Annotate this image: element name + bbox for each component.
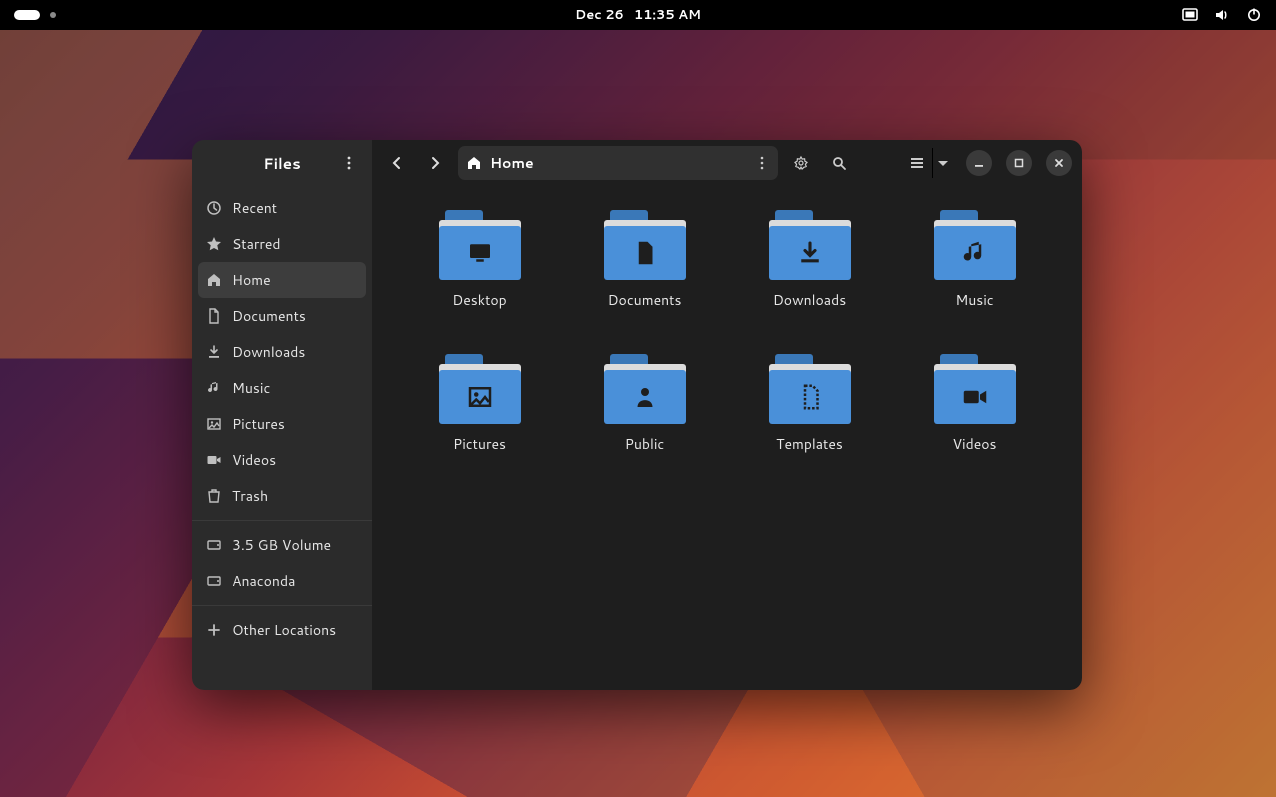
sidebar-item-label: Music: [232, 378, 270, 398]
plus-icon: [206, 622, 222, 638]
path-menu-icon[interactable]: [754, 155, 770, 171]
folder-downloads[interactable]: Downloads: [732, 204, 887, 344]
sidebar-menu-button[interactable]: [336, 150, 362, 176]
trash-icon: [206, 488, 222, 504]
drive-icon: [206, 537, 222, 553]
sidebar-item-other-locations[interactable]: Other Locations: [192, 612, 372, 648]
picture-icon: [206, 416, 222, 432]
sidebar-item-label: Trash: [232, 486, 268, 506]
sidebar-item-anaconda[interactable]: Anaconda: [192, 563, 372, 599]
folder-icon: [439, 354, 521, 424]
sidebar-item-music[interactable]: Music: [192, 370, 372, 406]
clock-icon: [206, 200, 222, 216]
back-button[interactable]: [382, 148, 412, 178]
folder-pictures[interactable]: Pictures: [402, 348, 557, 488]
content-area: Home: [372, 140, 1082, 690]
folder-icon: [604, 210, 686, 280]
panel-date: Dec 26: [575, 6, 624, 24]
folder-icon: [934, 210, 1016, 280]
folder-icon: [604, 354, 686, 424]
folder-label: Videos: [952, 434, 996, 454]
drive-icon: [206, 573, 222, 589]
folder-templates[interactable]: Templates: [732, 348, 887, 488]
folder-public[interactable]: Public: [567, 348, 722, 488]
video-icon: [206, 452, 222, 468]
sidebar-item-label: Home: [232, 270, 271, 290]
maximize-button[interactable]: [1006, 150, 1032, 176]
sidebar-item-videos[interactable]: Videos: [192, 442, 372, 478]
sidebar-item-label: Recent: [232, 198, 277, 218]
sidebar-item-home[interactable]: Home: [198, 262, 366, 298]
music-icon: [206, 380, 222, 396]
sidebar-item-trash[interactable]: Trash: [192, 478, 372, 514]
folder-videos[interactable]: Videos: [897, 348, 1052, 488]
search-button[interactable]: [824, 148, 854, 178]
home-icon: [466, 155, 482, 171]
sidebar: Files Recent Starred Home Documents: [192, 140, 372, 690]
sidebar-item-label: 3.5 GB Volume: [232, 535, 331, 555]
download-icon: [206, 344, 222, 360]
sidebar-item-label: Other Locations: [232, 620, 336, 640]
sidebar-separator: [192, 605, 372, 606]
folder-icon: [934, 354, 1016, 424]
folder-label: Downloads: [773, 290, 846, 310]
location-settings-button[interactable]: [786, 148, 816, 178]
sidebar-item-label: Videos: [232, 450, 276, 470]
sidebar-separator: [192, 520, 372, 521]
sidebar-item-recent[interactable]: Recent: [192, 190, 372, 226]
top-panel: Dec 26 11:35 AM: [0, 0, 1276, 30]
view-options-button[interactable]: [932, 148, 952, 178]
folder-grid: Desktop Documents Downloads: [372, 186, 1082, 690]
sidebar-item-label: Documents: [232, 306, 306, 326]
panel-time: 11:35 AM: [634, 6, 701, 24]
sidebar-item-label: Pictures: [232, 414, 285, 434]
sidebar-item-downloads[interactable]: Downloads: [192, 334, 372, 370]
clock-button[interactable]: Dec 26 11:35 AM: [575, 6, 701, 24]
folder-label: Desktop: [452, 290, 506, 310]
folder-label: Documents: [608, 290, 682, 310]
folder-desktop[interactable]: Desktop: [402, 204, 557, 344]
volume-icon[interactable]: [1214, 7, 1230, 23]
folder-icon: [439, 210, 521, 280]
sidebar-item-documents[interactable]: Documents: [192, 298, 372, 334]
folder-icon: [769, 210, 851, 280]
folder-documents[interactable]: Documents: [567, 204, 722, 344]
power-icon[interactable]: [1246, 7, 1262, 23]
pathbar-location: Home: [490, 153, 534, 173]
sidebar-item-pictures[interactable]: Pictures: [192, 406, 372, 442]
folder-icon: [769, 354, 851, 424]
list-view-button[interactable]: [902, 148, 932, 178]
star-icon: [206, 236, 222, 252]
close-button[interactable]: [1046, 150, 1072, 176]
headerbar: Home: [372, 140, 1082, 186]
folder-label: Pictures: [453, 434, 506, 454]
app-title: Files: [263, 153, 300, 174]
document-icon: [206, 308, 222, 324]
screencast-icon[interactable]: [1182, 7, 1198, 23]
minimize-button[interactable]: [966, 150, 992, 176]
folder-music[interactable]: Music: [897, 204, 1052, 344]
folder-label: Templates: [776, 434, 843, 454]
workspace-indicator[interactable]: [50, 12, 56, 18]
pathbar[interactable]: Home: [458, 146, 778, 180]
forward-button[interactable]: [420, 148, 450, 178]
sidebar-item-label: Downloads: [232, 342, 305, 362]
sidebar-item-volume[interactable]: 3.5 GB Volume: [192, 527, 372, 563]
sidebar-item-label: Starred: [232, 234, 281, 254]
sidebar-item-starred[interactable]: Starred: [192, 226, 372, 262]
activities-button[interactable]: [14, 10, 40, 20]
home-icon: [206, 272, 222, 288]
sidebar-item-label: Anaconda: [232, 571, 295, 591]
folder-label: Music: [955, 290, 993, 310]
folder-label: Public: [625, 434, 665, 454]
files-window: Files Recent Starred Home Documents: [192, 140, 1082, 690]
